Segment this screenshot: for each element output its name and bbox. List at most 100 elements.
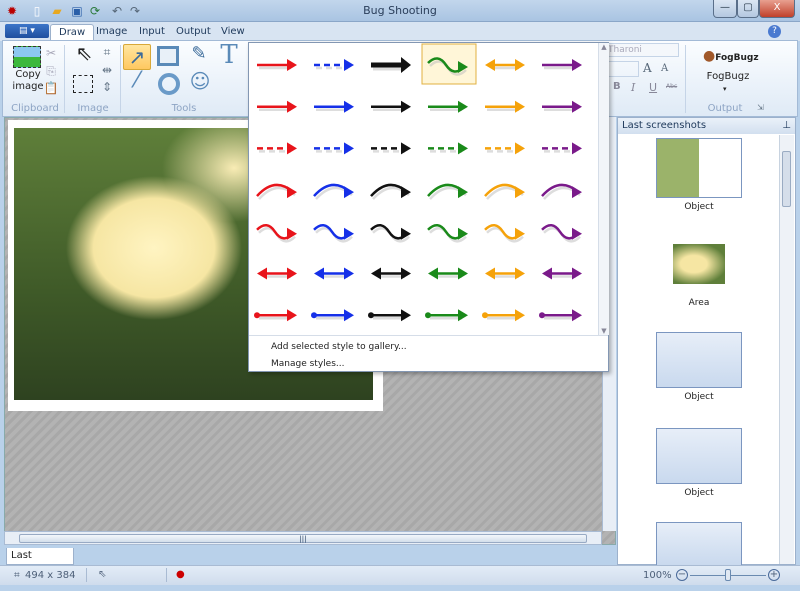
- arrow-style-double-2[interactable]: [371, 267, 411, 280]
- arrow-tool-icon[interactable]: ↗: [123, 44, 151, 70]
- arrow-style-dot-5[interactable]: [539, 309, 582, 322]
- scrollbar-thumb[interactable]: |||: [19, 534, 587, 543]
- open-icon[interactable]: ▰: [50, 4, 64, 18]
- manage-styles-menu-item[interactable]: Manage styles...: [271, 359, 344, 369]
- chevron-down-icon[interactable]: ▾: [723, 85, 727, 93]
- horizontal-scrollbar[interactable]: |||: [4, 531, 602, 545]
- arrow-style-thick-2[interactable]: [371, 57, 411, 73]
- arrow-style-curved-4[interactable]: [484, 183, 525, 200]
- pin-icon[interactable]: ⊥: [782, 118, 791, 134]
- crop-icon[interactable]: ⌗: [99, 42, 115, 62]
- arrow-style-dashed-2[interactable]: [371, 142, 411, 155]
- grow-font-button[interactable]: A: [643, 61, 657, 75]
- arrow-style-curved-1[interactable]: [313, 183, 354, 200]
- arrow-style-curved-2[interactable]: [370, 183, 411, 200]
- arrow-style-dashed-5[interactable]: [542, 142, 582, 155]
- arrow-style-dot-2[interactable]: [368, 309, 411, 322]
- arrow-style-double-0[interactable]: [257, 267, 297, 280]
- cut-icon[interactable]: ✂: [43, 43, 59, 63]
- arrow-style-double-4[interactable]: [485, 267, 525, 280]
- arrow-style-dashed-0[interactable]: [257, 142, 297, 155]
- screenshot-item[interactable]: [654, 522, 744, 566]
- arrow-style-double-1[interactable]: [314, 267, 354, 280]
- panel-scrollbar[interactable]: [779, 135, 794, 564]
- arrow-style-dashed-1[interactable]: [314, 142, 354, 155]
- arrow-style-double-5[interactable]: [542, 267, 582, 280]
- arrow-style-dashed-4[interactable]: [485, 142, 525, 155]
- redo-icon[interactable]: ↷: [128, 4, 142, 18]
- italic-button[interactable]: I: [631, 81, 635, 94]
- help-icon[interactable]: ?: [768, 25, 781, 38]
- arrow-style-dashed-3[interactable]: [428, 142, 468, 155]
- close-button[interactable]: X: [759, 0, 795, 18]
- arrow-style-wavy-4[interactable]: [484, 224, 525, 243]
- font-name-select[interactable]: Tharoni: [603, 43, 679, 57]
- scroll-up-icon[interactable]: ▲: [599, 43, 609, 51]
- arrow-style-dot-1[interactable]: [311, 309, 354, 322]
- tab-input[interactable]: Input: [131, 24, 173, 41]
- rectangle-tool-icon[interactable]: [157, 46, 179, 66]
- ellipse-tool-icon[interactable]: [158, 73, 180, 95]
- arrow-style-curved-3[interactable]: [427, 183, 468, 200]
- select-pointer-icon[interactable]: ⇖: [73, 43, 95, 63]
- screenshot-item[interactable]: Object: [654, 138, 744, 212]
- fogbugz-button[interactable]: FogBugz: [697, 71, 759, 82]
- paste-icon[interactable]: 📋: [43, 78, 59, 98]
- strikethrough-button[interactable]: Abc: [666, 83, 677, 90]
- arrow-style-solid-2[interactable]: [371, 100, 411, 113]
- arrow-style-dashed-1[interactable]: [314, 59, 354, 71]
- area-select-icon[interactable]: [73, 75, 93, 93]
- bold-button[interactable]: B: [613, 81, 621, 92]
- arrow-style-wavy-3[interactable]: [421, 43, 477, 85]
- arrow-style-solid-3[interactable]: [428, 100, 468, 113]
- shrink-font-button[interactable]: A: [661, 63, 675, 74]
- zoom-out-button[interactable]: −: [676, 569, 688, 581]
- scrollbar-thumb[interactable]: [782, 151, 791, 207]
- zoom-in-button[interactable]: +: [768, 569, 780, 581]
- arrow-style-wavy-0[interactable]: [256, 224, 297, 243]
- arrow-style-solid-0[interactable]: [257, 59, 297, 71]
- line-tool-icon[interactable]: ⁄: [125, 70, 149, 92]
- arrow-style-wavy-1[interactable]: [313, 224, 354, 243]
- upload-icon[interactable]: ⟳: [88, 4, 102, 18]
- undo-icon[interactable]: ↶: [110, 4, 124, 18]
- tab-image[interactable]: Image: [88, 24, 135, 41]
- arrow-style-double-3[interactable]: [428, 267, 468, 280]
- arrow-style-curved-0[interactable]: [256, 183, 297, 200]
- new-icon[interactable]: ▯: [30, 4, 44, 18]
- scroll-down-icon[interactable]: ▼: [599, 327, 609, 335]
- text-tool-icon[interactable]: T: [217, 42, 241, 68]
- tab-view[interactable]: View: [213, 24, 253, 41]
- stamp-tool-icon[interactable]: ☺: [187, 71, 213, 91]
- zoom-slider-thumb[interactable]: [725, 569, 731, 581]
- gallery-scrollbar[interactable]: ▲ ▼: [598, 43, 609, 335]
- dialog-launcher-icon[interactable]: ⇲: [757, 103, 764, 112]
- arrow-style-solid-0[interactable]: [257, 100, 297, 113]
- arrow-style-solid-1[interactable]: [314, 100, 354, 113]
- application-menu-button[interactable]: ▤ ▾: [5, 24, 49, 38]
- tab-last-graphics[interactable]: Last graphics: [6, 548, 74, 577]
- save-icon[interactable]: ▣: [70, 4, 84, 18]
- arrow-style-double-4[interactable]: [485, 59, 525, 71]
- screenshot-item[interactable]: Area: [654, 244, 744, 308]
- screenshot-item[interactable]: Object: [654, 428, 744, 498]
- arrow-style-dot-0[interactable]: [254, 309, 297, 322]
- bug-icon[interactable]: ✹: [5, 4, 19, 18]
- arrow-style-wavy-3[interactable]: [427, 224, 468, 243]
- resize-height-icon[interactable]: ⇕: [99, 77, 115, 97]
- arrow-style-solid-5[interactable]: [542, 100, 582, 113]
- arrow-style-wavy-5[interactable]: [541, 224, 582, 243]
- arrow-style-solid-5[interactable]: [542, 59, 582, 71]
- underline-button[interactable]: U: [649, 81, 657, 94]
- minimize-button[interactable]: —: [713, 0, 737, 18]
- screenshot-item[interactable]: Object: [654, 332, 744, 402]
- arrow-style-curved-5[interactable]: [541, 183, 582, 200]
- arrow-style-dot-4[interactable]: [482, 309, 525, 322]
- arrow-style-wavy-2[interactable]: [370, 224, 411, 243]
- arrow-style-solid-4[interactable]: [485, 100, 525, 113]
- add-style-menu-item[interactable]: Add selected style to gallery...: [271, 342, 407, 352]
- arrow-style-dot-3[interactable]: [425, 309, 468, 322]
- maximize-button[interactable]: ▢: [737, 0, 759, 18]
- highlighter-tool-icon[interactable]: ✎: [187, 44, 211, 64]
- tab-output[interactable]: Output: [168, 24, 219, 41]
